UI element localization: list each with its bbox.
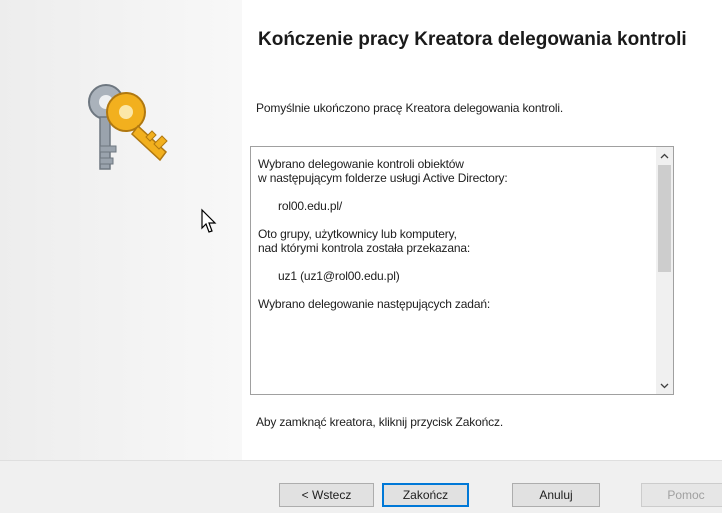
summary-line: Oto grupy, użytkownicy lub komputery, (258, 227, 457, 241)
summary-principal: uz1 (uz1@rol00.edu.pl) (278, 269, 400, 283)
summary-line: Wybrano delegowanie następujących zadań: (258, 297, 491, 311)
wizard-title: Kończenie pracy Kreatora delegowania kon… (258, 29, 687, 50)
chevron-up-icon[interactable] (656, 147, 673, 164)
chevron-down-icon[interactable] (656, 377, 673, 394)
closing-message: Aby zamknąć kreatora, kliknij przycisk Z… (256, 415, 504, 429)
summary-line: nad którymi kontrola została przekazana: (258, 241, 471, 255)
summary-text: Wybrano delegowanie kontroli obiektów w … (258, 157, 648, 311)
finish-button[interactable]: Zakończ (382, 483, 469, 507)
wizard-content: Kończenie pracy Kreatora delegowania kon… (242, 0, 722, 460)
cancel-button[interactable]: Anuluj (512, 483, 600, 507)
summary-textbox[interactable]: Wybrano delegowanie kontroli obiektów w … (250, 146, 674, 395)
summary-folder: rol00.edu.pl/ (278, 199, 343, 213)
keys-icon (88, 84, 168, 170)
summary-line: w następującym folderze usługi Active Di… (258, 171, 508, 185)
mouse-cursor-icon (201, 208, 217, 233)
success-message: Pomyślnie ukończono pracę Kreatora deleg… (256, 101, 564, 115)
summary-line: Wybrano delegowanie kontroli obiektów (258, 157, 464, 171)
scroll-thumb[interactable] (658, 165, 671, 272)
summary-scrollbar[interactable] (656, 147, 673, 394)
help-button[interactable]: Pomoc (641, 483, 722, 507)
wizard-footer: < Wstecz Zakończ Anuluj Pomoc (0, 460, 722, 513)
back-button[interactable]: < Wstecz (279, 483, 374, 507)
delegation-wizard-window: Kończenie pracy Kreatora delegowania kon… (0, 0, 722, 513)
wizard-side-panel (0, 0, 242, 460)
